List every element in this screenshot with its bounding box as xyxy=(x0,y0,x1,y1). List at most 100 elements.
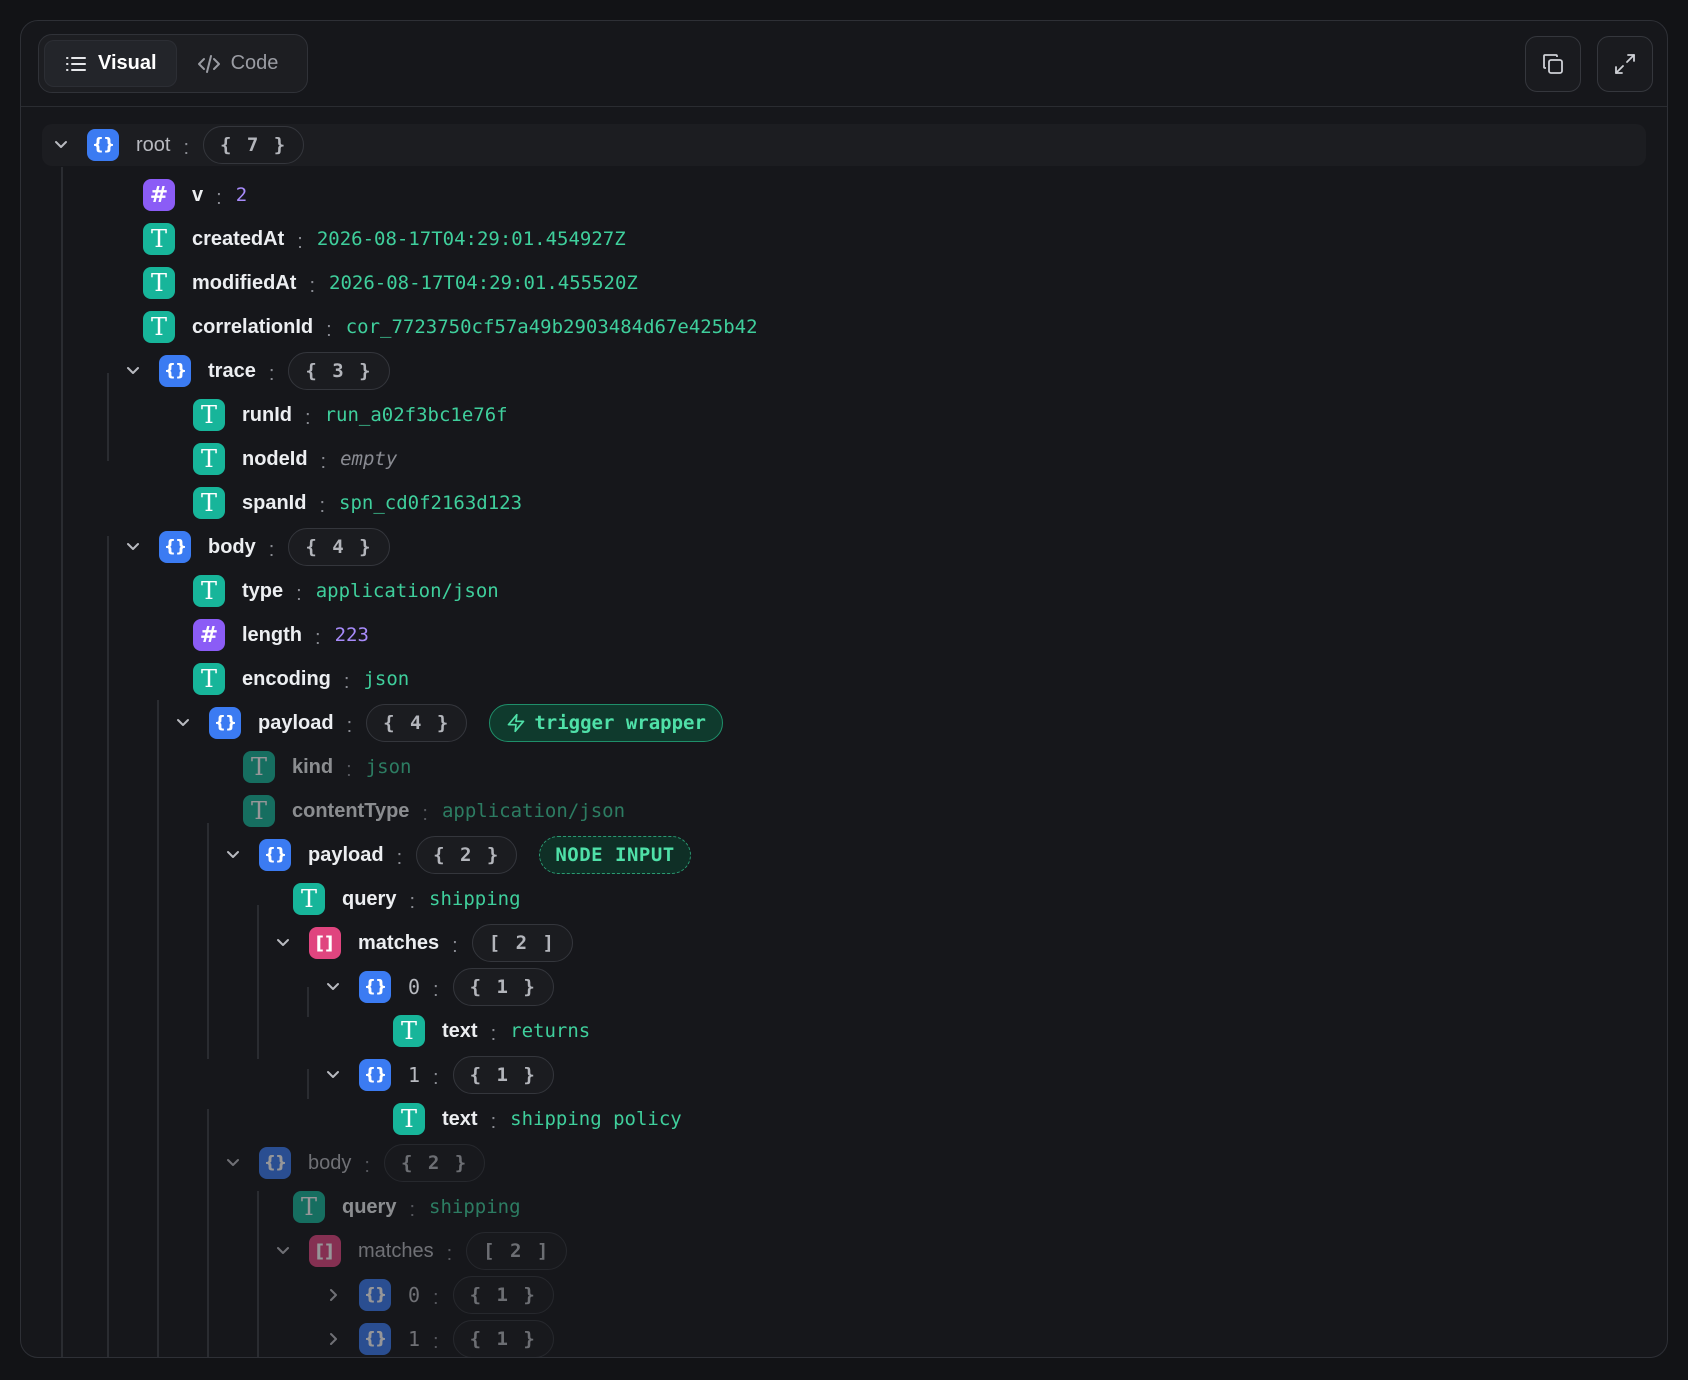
string-type-icon: T xyxy=(193,399,225,431)
tab-visual-label: Visual xyxy=(98,52,157,74)
node-key: spanId xyxy=(242,491,307,514)
chevron-down-icon[interactable] xyxy=(319,973,347,1001)
node-key: modifiedAt xyxy=(192,271,297,294)
node-value[interactable]: application/json xyxy=(442,800,625,822)
chevron-down-icon[interactable] xyxy=(119,357,147,385)
node-value[interactable]: 2026-08-17T04:29:01.454927Z xyxy=(317,228,626,250)
tree-node-contentType: T contentType : application/json xyxy=(243,789,625,833)
expand-button[interactable] xyxy=(1597,36,1653,92)
node-key: 1 xyxy=(408,1327,421,1351)
guide-line xyxy=(157,700,159,1357)
tree-node-root: {} root : { 7 } xyxy=(47,123,305,167)
node-value[interactable]: cor_7723750cf57a49b2903484d67e425b42 xyxy=(346,316,758,338)
tree-node-trace: {} trace : { 3 } xyxy=(119,349,390,393)
number-type-icon: # xyxy=(193,619,225,651)
node-value[interactable]: shipping policy xyxy=(510,1108,682,1130)
node-key: trace xyxy=(208,359,256,382)
node-key: query xyxy=(342,887,397,910)
trigger-wrapper-label: trigger wrapper xyxy=(534,712,706,734)
node-value[interactable]: application/json xyxy=(316,580,499,602)
string-type-icon: T xyxy=(393,1015,425,1047)
tree-node-v: # v : 2 xyxy=(143,173,247,217)
child-count-badge: { 1 } xyxy=(452,1056,554,1094)
tree-node-query: T query : shipping xyxy=(293,877,521,921)
tab-code[interactable]: Code xyxy=(177,40,299,87)
node-key: contentType xyxy=(292,799,410,822)
tree-node-spanId: T spanId : spn_cd0f2163d123 xyxy=(193,481,522,525)
tab-visual[interactable]: Visual xyxy=(44,40,177,87)
json-tree: {} root : { 7 } # v : 2 T createdAt : 20… xyxy=(21,121,1667,1357)
node-value[interactable]: returns xyxy=(510,1020,590,1042)
toolbar: Visual Code xyxy=(21,21,1667,107)
string-type-icon: T xyxy=(193,487,225,519)
node-key: 1 xyxy=(408,1063,421,1087)
json-viewer-panel: Visual Code {} root: {7} # v: 2 T cr… xyxy=(20,20,1668,1358)
list-icon xyxy=(66,56,86,71)
tree-node-body-inner: {} body : { 2 } xyxy=(219,1141,486,1185)
child-count-badge: { 2 } xyxy=(416,836,518,874)
node-value-empty[interactable]: empty xyxy=(340,448,397,470)
array-type-icon: [] xyxy=(309,927,341,959)
tab-code-label: Code xyxy=(230,52,279,74)
tree-node-modifiedAt: T modifiedAt : 2026-08-17T04:29:01.45552… xyxy=(143,261,638,305)
node-key: runId xyxy=(242,403,292,426)
node-input-badge: NODE INPUT xyxy=(539,836,691,874)
string-type-icon: T xyxy=(193,575,225,607)
chevron-down-icon[interactable] xyxy=(319,1061,347,1089)
string-type-icon: T xyxy=(193,663,225,695)
chevron-down-icon[interactable] xyxy=(269,1237,297,1265)
node-value[interactable]: 223 xyxy=(335,624,369,646)
child-count-badge: { 4 } xyxy=(288,528,390,566)
chevron-down-icon[interactable] xyxy=(219,1149,247,1177)
object-type-icon: {} xyxy=(359,971,391,1003)
node-key: payload xyxy=(308,843,384,866)
tree-node-kind: T kind : json xyxy=(243,745,411,789)
string-type-icon: T xyxy=(393,1103,425,1135)
array-type-icon: [] xyxy=(309,1235,341,1267)
node-key: query xyxy=(342,1195,397,1218)
chevron-down-icon[interactable] xyxy=(269,929,297,957)
child-count-badge: { 1 } xyxy=(452,1276,554,1314)
string-type-icon: T xyxy=(293,883,325,915)
node-key: correlationId xyxy=(192,315,314,338)
node-value[interactable]: 2 xyxy=(236,184,247,206)
child-count-badge: { 1 } xyxy=(452,1320,554,1357)
chevron-down-icon[interactable] xyxy=(169,709,197,737)
tree-node-nodeId: T nodeId : empty xyxy=(193,437,397,481)
number-type-icon: # xyxy=(143,179,175,211)
string-type-icon: T xyxy=(143,267,175,299)
tree-node-payload-inner: {} payload : { 2 } NODE INPUT xyxy=(219,833,691,877)
string-type-icon: T xyxy=(243,751,275,783)
guide-line xyxy=(107,536,109,1357)
chevron-down-icon[interactable] xyxy=(47,131,75,159)
node-key: nodeId xyxy=(242,447,308,470)
object-type-icon: {} xyxy=(359,1059,391,1091)
chevron-down-icon[interactable] xyxy=(119,533,147,561)
node-key: kind xyxy=(292,755,334,778)
child-count-badge: { 2 } xyxy=(383,1144,486,1182)
tree-node-body-matches-1: {} 1 : { 1 } xyxy=(319,1317,554,1357)
node-value[interactable]: run_a02f3bc1e76f xyxy=(325,404,508,426)
node-key: v xyxy=(192,183,204,206)
node-key: text xyxy=(442,1019,478,1042)
guide-line xyxy=(257,905,259,1059)
tree-node-type: T type : application/json xyxy=(193,569,499,613)
node-value[interactable]: json xyxy=(363,668,409,690)
tree-node-payload: {} payload : { 4 } trigger wrapper xyxy=(169,701,723,745)
object-type-icon: {} xyxy=(259,1147,291,1179)
node-key: length xyxy=(242,623,302,646)
tree-node-createdAt: T createdAt : 2026-08-17T04:29:01.454927… xyxy=(143,217,626,261)
node-value[interactable]: json xyxy=(366,756,412,778)
copy-button[interactable] xyxy=(1525,36,1581,92)
chevron-right-icon[interactable] xyxy=(319,1281,347,1309)
guide-line xyxy=(307,1069,309,1099)
chevron-down-icon[interactable] xyxy=(219,841,247,869)
node-value[interactable]: shipping xyxy=(429,1196,521,1218)
string-type-icon: T xyxy=(143,223,175,255)
node-value[interactable]: shipping xyxy=(429,888,521,910)
node-value[interactable]: 2026-08-17T04:29:01.455520Z xyxy=(329,272,638,294)
tree-node-body-query: T query : shipping xyxy=(293,1185,521,1229)
chevron-right-icon[interactable] xyxy=(319,1325,347,1353)
guide-line xyxy=(207,1109,209,1357)
node-value[interactable]: spn_cd0f2163d123 xyxy=(339,492,522,514)
